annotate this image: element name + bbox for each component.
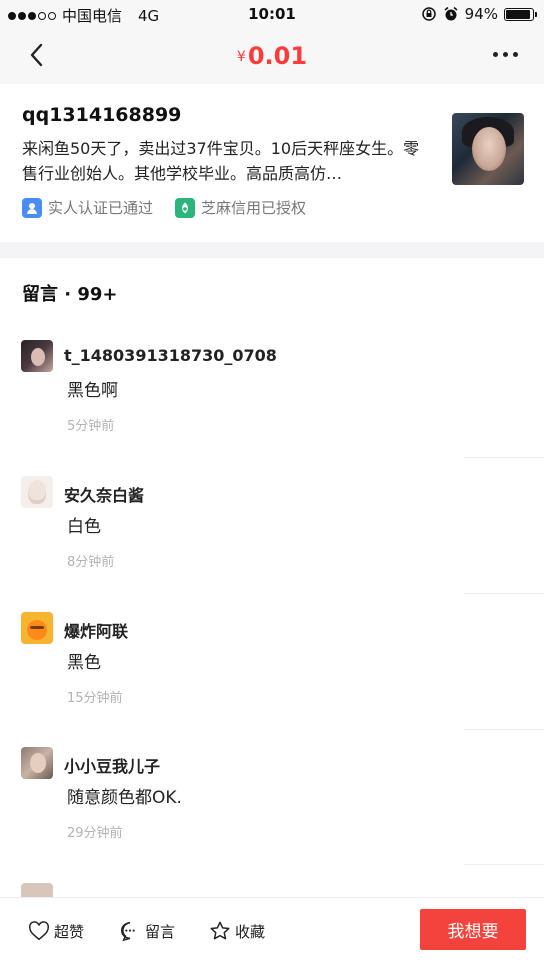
seller-badges: 实人认证已通过 芝麻信用已授权 <box>22 197 306 218</box>
comment-label: 留言 <box>145 922 176 941</box>
person-verified-icon <box>22 197 42 218</box>
battery-icon <box>504 7 537 21</box>
commenter-avatar[interactable] <box>21 612 53 644</box>
rotation-lock-icon <box>421 7 436 21</box>
price-value: 0.01 <box>247 42 308 70</box>
comment-button[interactable]: 留言 <box>119 920 175 942</box>
status-bar: 中国电信 4G 10:01 94% <box>0 0 544 28</box>
comment-separator <box>464 593 544 594</box>
nav-bar: ¥0.01 <box>0 28 544 84</box>
comment-bubble-icon <box>121 922 135 942</box>
comment-item[interactable]: 爆炸阿联 黑色 15分钟前 <box>0 612 544 748</box>
comment-item[interactable]: 安久奈白酱 白色 8分钟前 <box>0 476 544 612</box>
commenter-avatar[interactable] <box>21 747 53 779</box>
status-right: 94% <box>421 5 537 23</box>
alarm-icon <box>444 6 458 21</box>
verified-badge-label: 实人认证已通过 <box>48 199 154 217</box>
verified-badge: 实人认证已通过 <box>22 197 153 218</box>
more-dot-icon <box>503 52 508 57</box>
seller-name[interactable]: qq1314168899 <box>22 104 181 126</box>
comment-item-partial[interactable] <box>0 883 544 897</box>
commenter-avatar[interactable] <box>21 883 53 897</box>
commenter-name[interactable]: t_1480391318730_0708 <box>64 346 277 365</box>
commenter-name[interactable]: 小小豆我儿子 <box>64 753 160 777</box>
more-dot-icon <box>513 52 518 57</box>
item-price: ¥0.01 <box>0 42 544 70</box>
sesame-credit-icon <box>175 197 196 218</box>
more-dot-icon <box>493 52 498 57</box>
seller-avatar[interactable] <box>452 113 524 185</box>
comment-time: 5分钟前 <box>67 419 115 434</box>
battery-percent: 94% <box>464 5 498 23</box>
comment-time: 29分钟前 <box>67 826 123 841</box>
section-divider <box>0 242 544 258</box>
like-label: 超赞 <box>54 922 85 941</box>
commenter-avatar[interactable] <box>21 476 53 508</box>
comment-separator <box>464 864 544 865</box>
like-button[interactable]: 超赞 <box>28 920 84 942</box>
comment-text: 随意颜色都OK. <box>67 788 182 808</box>
star-icon <box>210 921 230 940</box>
favorite-label: 收藏 <box>235 922 266 941</box>
commenter-name[interactable]: 爆炸阿联 <box>64 618 128 642</box>
comment-separator <box>464 729 544 730</box>
currency-symbol: ¥ <box>236 49 246 65</box>
comment-text: 黑色 <box>67 653 101 673</box>
comment-text: 黑色啊 <box>67 381 118 401</box>
sesame-credit-badge: 芝麻信用已授权 <box>175 197 306 218</box>
heart-icon <box>28 921 50 941</box>
commenter-name[interactable]: 安久奈白酱 <box>64 482 144 506</box>
want-button[interactable]: 我想要 <box>420 909 526 950</box>
more-options-button[interactable] <box>493 52 518 57</box>
seller-bio: 来闲鱼50天了，卖出过37件宝贝。10后天秤座女生。零售行业创始人。其他学校毕业… <box>22 139 420 183</box>
comment-time: 8分钟前 <box>67 555 115 570</box>
bottom-action-bar: 超赞 留言 收藏 我想要 <box>0 897 544 967</box>
comment-text: 白色 <box>67 517 101 537</box>
comment-item[interactable]: 小小豆我儿子 随意颜色都OK. 29分钟前 <box>0 747 544 883</box>
seller-card[interactable]: qq1314168899 来闲鱼50天了，卖出过37件宝贝。10后天秤座女生。零… <box>0 84 544 242</box>
sesame-credit-label: 芝麻信用已授权 <box>201 199 307 217</box>
favorite-button[interactable]: 收藏 <box>209 920 265 942</box>
comment-time: 15分钟前 <box>67 691 123 706</box>
comment-separator <box>464 457 544 458</box>
comment-item[interactable]: t_1480391318730_0708 黑色啊 5分钟前 <box>0 340 544 476</box>
commenter-avatar[interactable] <box>21 340 53 372</box>
comments-header: 留言 · 99+ <box>22 284 118 305</box>
